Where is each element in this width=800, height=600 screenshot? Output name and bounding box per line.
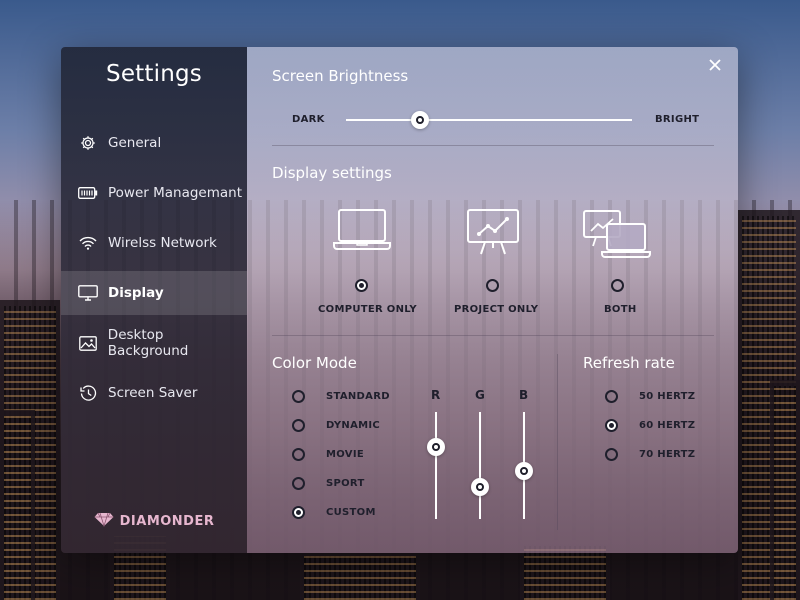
refresh-rate-title: Refresh rate [583, 354, 675, 372]
display-settings-panel: Screen Brightness DARK BRIGHT Display se… [247, 47, 738, 553]
sidebar: Settings General Power Managemant Wirels… [61, 47, 247, 553]
brand-logo: DIAMONDER [61, 512, 247, 531]
sidebar-item-label: Desktop Background [107, 327, 189, 359]
sidebar-item-screen-saver[interactable]: Screen Saver [61, 371, 247, 415]
sidebar-item-label: Screen Saver [108, 385, 198, 401]
project-only-label: PROJECT ONLY [454, 304, 539, 315]
brightness-max-label: BRIGHT [655, 114, 700, 125]
70-hertz-label: 70 HERTZ [639, 449, 696, 460]
computer-only-radio[interactable] [355, 279, 368, 292]
sidebar-item-label: Power Managemant [108, 185, 243, 201]
divider [557, 354, 558, 530]
50-hertz-radio[interactable] [605, 390, 618, 403]
both-radio[interactable] [611, 279, 624, 292]
70-hertz-radio[interactable] [605, 448, 618, 461]
color-mode-title: Color Mode [272, 354, 357, 372]
divider [272, 145, 714, 146]
sidebar-item-label: Wirelss Network [108, 235, 217, 251]
sidebar-item-wireless[interactable]: Wirelss Network [61, 221, 247, 265]
blue-channel-label: B [519, 388, 529, 402]
sport-label: SPORT [326, 478, 365, 489]
sidebar-item-desktop-background[interactable]: Desktop Background [61, 321, 247, 365]
green-channel-label: G [475, 388, 486, 402]
display-settings-title: Display settings [272, 164, 392, 182]
battery-icon [77, 184, 99, 202]
brightness-slider[interactable] [346, 119, 632, 121]
standard-radio[interactable] [292, 390, 305, 403]
green-slider-knob[interactable] [471, 477, 489, 496]
laptop-icon [333, 209, 391, 255]
diamond-icon [94, 512, 114, 531]
sidebar-item-power[interactable]: Power Managemant [61, 171, 247, 215]
divider [272, 335, 714, 336]
60-hertz-label: 60 HERTZ [639, 420, 696, 431]
computer-only-label: COMPUTER ONLY [318, 304, 417, 315]
settings-window: Settings General Power Managemant Wirels… [61, 47, 738, 553]
dynamic-radio[interactable] [292, 419, 305, 432]
both-label: BOTH [604, 304, 637, 315]
sidebar-item-display[interactable]: Display [61, 271, 247, 315]
movie-label: MOVIE [326, 449, 364, 460]
brand-name: DIAMONDER [119, 514, 215, 529]
red-channel-label: R [431, 388, 441, 402]
dynamic-label: DYNAMIC [326, 420, 381, 431]
custom-radio[interactable] [292, 506, 305, 519]
sidebar-title: Settings [106, 61, 202, 87]
brightness-slider-knob[interactable] [411, 111, 430, 129]
60-hertz-radio[interactable] [605, 419, 618, 432]
sport-radio[interactable] [292, 477, 305, 490]
sidebar-item-label: Display [108, 285, 164, 301]
sidebar-item-general[interactable]: General [61, 121, 247, 165]
custom-label: CUSTOM [326, 507, 376, 518]
clock-icon [77, 384, 99, 402]
project-only-radio[interactable] [486, 279, 499, 292]
image-icon [77, 334, 99, 352]
blue-slider-knob[interactable] [515, 461, 533, 480]
gear-icon [77, 134, 99, 152]
red-slider-knob[interactable] [427, 438, 445, 457]
green-slider[interactable] [479, 412, 481, 519]
monitor-icon [77, 284, 99, 302]
brightness-title: Screen Brightness [272, 67, 409, 85]
red-slider[interactable] [435, 412, 437, 519]
50-hertz-label: 50 HERTZ [639, 391, 696, 402]
wifi-icon [77, 234, 99, 252]
standard-label: STANDARD [326, 391, 390, 402]
projector-icon [467, 209, 519, 259]
close-icon [709, 55, 721, 76]
close-button[interactable] [706, 57, 724, 75]
movie-radio[interactable] [292, 448, 305, 461]
brightness-min-label: DARK [292, 114, 325, 125]
sidebar-item-label: General [108, 135, 162, 151]
dual-display-icon [583, 210, 655, 264]
